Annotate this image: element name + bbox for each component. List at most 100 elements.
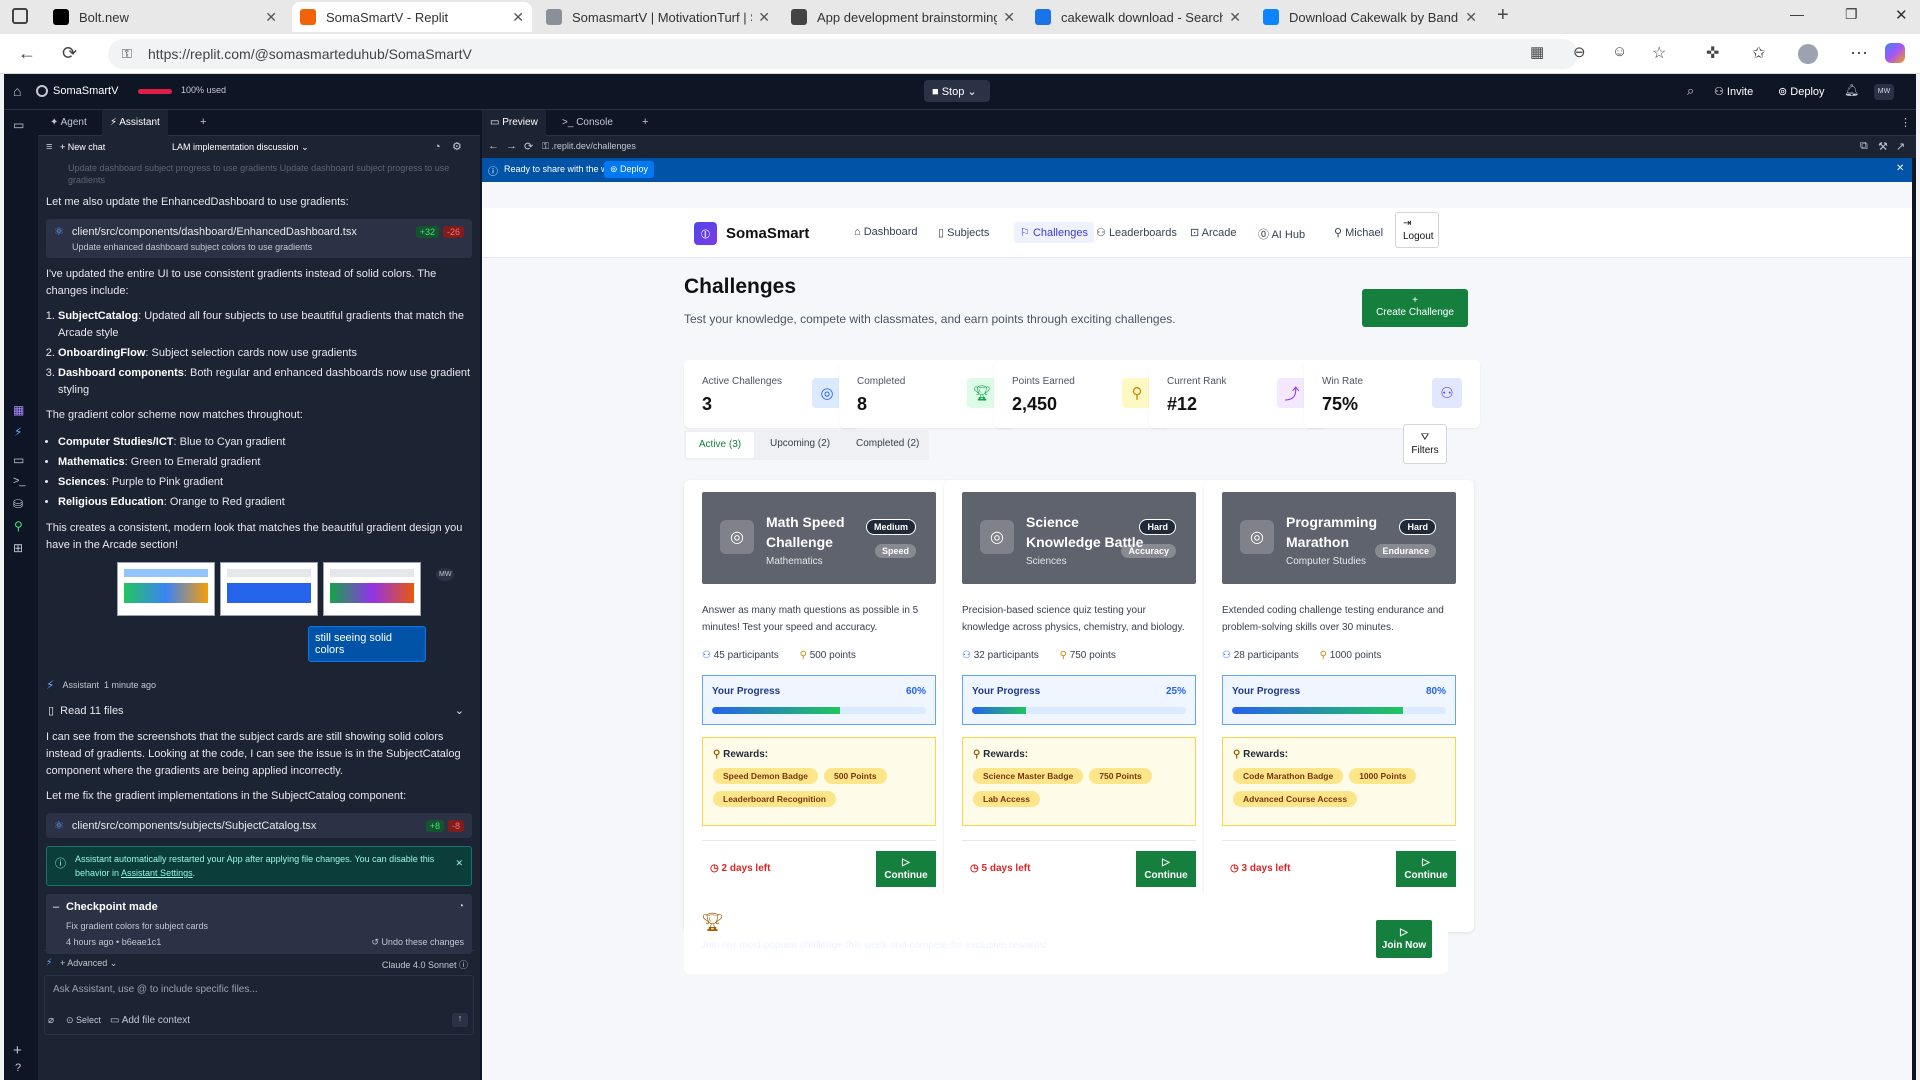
database-icon[interactable]: ⛁ — [13, 497, 23, 511]
secrets-icon[interactable]: ⚲ — [14, 519, 23, 533]
nav-subjects[interactable]: ▯ Subjects — [938, 226, 989, 239]
send-button[interactable]: ↑ — [452, 1013, 468, 1027]
logout-button[interactable]: ⇥ Logout — [1395, 212, 1439, 248]
file-change-card[interactable]: ⚛ client/src/components/subjects/Subject… — [46, 813, 472, 838]
copilot-icon[interactable] — [1885, 43, 1905, 63]
model-selector[interactable]: Claude 4.0 Sonnet ⓘ — [382, 958, 468, 971]
agent-icon[interactable]: ▦ — [13, 403, 24, 417]
read-files-toggle[interactable]: ▯ Read 11 files ⌄ — [48, 704, 472, 717]
project-name[interactable]: SomaSmartV — [53, 85, 118, 97]
history-icon[interactable]: ◔ — [434, 141, 441, 153]
close-tab-icon[interactable]: ✕ — [265, 9, 277, 26]
files-icon[interactable]: ▭ — [13, 118, 24, 132]
file-change-card[interactable]: ⚛ client/src/components/dashboard/Enhanc… — [46, 219, 472, 258]
preview-url[interactable]: ⚿ .replit.dev/challenges — [542, 141, 636, 152]
browser-tab[interactable]: cakewalk download - Search ✕ — [1027, 2, 1249, 32]
menu-icon[interactable]: ≡ — [46, 141, 52, 153]
close-icon[interactable]: ✕ — [1896, 163, 1904, 174]
screenshot-thumb[interactable] — [117, 562, 215, 616]
settings-icon[interactable]: ⚙ — [452, 140, 462, 153]
preview-refresh-icon[interactable]: ⟳ — [524, 140, 533, 153]
console-icon[interactable]: >_ — [13, 475, 26, 487]
bell-icon[interactable]: 🔔︎ — [1844, 83, 1859, 97]
reading-icon[interactable]: ☺ — [1612, 43, 1627, 60]
close-window-icon[interactable]: ✕ — [1895, 6, 1908, 24]
browser-tab[interactable]: Bolt.new ✕ — [45, 2, 285, 32]
add-tool-icon[interactable]: + — [13, 1042, 22, 1059]
invite-button[interactable]: ⚇ Invite — [1714, 85, 1753, 98]
continue-button[interactable]: ▷ Continue — [1396, 851, 1456, 887]
refresh-icon[interactable]: ⟳ — [62, 43, 77, 64]
nav-leaderboards[interactable]: ⚇ Leaderboards — [1096, 226, 1177, 239]
restore-icon[interactable]: ❐ — [1845, 6, 1858, 23]
preview-forward-icon[interactable]: → — [506, 140, 517, 152]
tab-actions-icon[interactable] — [12, 8, 28, 24]
panel-menu-icon[interactable]: ⋮ — [1900, 116, 1911, 129]
preview-back-icon[interactable]: ← — [488, 140, 499, 152]
add-tab-icon[interactable]: + — [200, 116, 206, 128]
help-icon[interactable]: ? — [15, 1062, 21, 1074]
all-tools-icon[interactable]: ⊞ — [13, 541, 23, 555]
url-field[interactable]: ⚿ https://replit.com/@somasmarteduhub/So… — [108, 39, 1578, 69]
back-icon[interactable]: ← — [18, 43, 36, 64]
tab-completed[interactable]: Completed (2) — [856, 438, 919, 449]
attach-icon[interactable]: ⌀ — [48, 1015, 54, 1026]
avatar[interactable]: MW — [1874, 84, 1894, 100]
screenshot-thumb[interactable] — [323, 562, 421, 616]
zoom-icon[interactable]: ⊖ — [1573, 43, 1586, 61]
filters-button[interactable]: ⛛ Filters — [1403, 424, 1447, 464]
tab-upcoming[interactable]: Upcoming (2) — [770, 438, 830, 449]
advanced-dropdown[interactable]: + Advanced ⌄ — [60, 958, 117, 969]
nav-challenges[interactable]: ⚐ Challenges — [1014, 222, 1094, 243]
nav-michael[interactable]: ⚲ Michael — [1334, 226, 1383, 239]
site-info-icon[interactable]: ⚿ — [122, 46, 132, 62]
devtools-icon[interactable]: ⧉ — [1860, 140, 1868, 153]
stop-button[interactable]: ■ Stop ⌄ — [924, 80, 990, 102]
screenshot-thumb[interactable] — [220, 562, 318, 616]
tools-icon[interactable]: ⚒ — [1878, 140, 1888, 153]
nav-dashboard[interactable]: ⌂ Dashboard — [854, 226, 918, 238]
deploy-button[interactable]: ⊚ Deploy — [1778, 85, 1825, 98]
collections-icon[interactable]: ✩ — [1752, 43, 1765, 63]
minimize-icon[interactable]: — — [1790, 6, 1804, 22]
browser-tab[interactable]: App development brainstorming ✕ — [783, 2, 1023, 32]
tab-active[interactable]: Active (3) — [686, 432, 754, 458]
new-tab-icon[interactable]: + — [1497, 4, 1509, 27]
close-icon[interactable]: ✕ — [455, 856, 463, 870]
profile-avatar[interactable] — [1798, 44, 1818, 64]
browser-tab[interactable]: Download Cakewalk by BandLab ✕ — [1255, 2, 1485, 32]
extensions-icon[interactable]: ✜ — [1706, 43, 1719, 63]
tab-console[interactable]: >_ Console — [562, 117, 613, 128]
home-icon[interactable]: ⌂ — [13, 83, 21, 99]
tab-agent[interactable]: ✦ Agent — [50, 117, 87, 128]
tab-assistant[interactable]: ⚡︎ Assistant — [102, 110, 168, 136]
continue-button[interactable]: ▷ Continue — [876, 851, 936, 887]
brand-logo[interactable]: ⦶ — [694, 222, 717, 245]
close-tab-icon[interactable]: ✕ — [512, 9, 524, 26]
preview-icon[interactable]: ▭ — [13, 453, 24, 467]
brand-name[interactable]: SomaSmart — [726, 225, 809, 242]
undo-button[interactable]: ↺ Undo these changes — [371, 937, 464, 948]
select-button[interactable]: ⊙ Select — [66, 1015, 101, 1026]
tab-preview[interactable]: ▭ Preview — [482, 110, 546, 136]
join-now-button[interactable]: ▷ Join Now — [1376, 920, 1432, 958]
chat-title-dropdown[interactable]: LAM implementation discussion ⌄ — [172, 142, 309, 153]
apps-icon[interactable]: ▦ — [1530, 43, 1544, 61]
close-tab-icon[interactable]: ✕ — [1229, 9, 1241, 26]
add-context-button[interactable]: ▭ Add file context — [110, 1015, 190, 1026]
banner-deploy-button[interactable]: ⊚ Deploy — [604, 161, 655, 178]
continue-button[interactable]: ▷ Continue — [1136, 851, 1196, 887]
favorite-icon[interactable]: ☆ — [1652, 43, 1666, 63]
browser-tab[interactable]: SomasmartV | MotivationTurf | Su ✕ — [538, 2, 778, 32]
nav-arcade[interactable]: ⊡ Arcade — [1190, 226, 1237, 239]
new-chat-button[interactable]: + New chat — [60, 142, 105, 152]
assistant-settings-link[interactable]: Assistant Settings — [121, 868, 193, 878]
more-icon[interactable]: ⋯ — [1850, 43, 1868, 64]
close-tab-icon[interactable]: ✕ — [1465, 9, 1477, 26]
open-new-icon[interactable]: ↗ — [1896, 140, 1905, 153]
nav-ai-hub[interactable]: ⓪ AI Hub — [1258, 226, 1305, 242]
search-icon[interactable]: ⌕ — [1687, 83, 1694, 99]
composer-input[interactable]: Ask Assistant, use @ to include specific… — [44, 975, 474, 1035]
add-tab-icon[interactable]: + — [642, 116, 648, 128]
close-tab-icon[interactable]: ✕ — [1003, 9, 1015, 26]
